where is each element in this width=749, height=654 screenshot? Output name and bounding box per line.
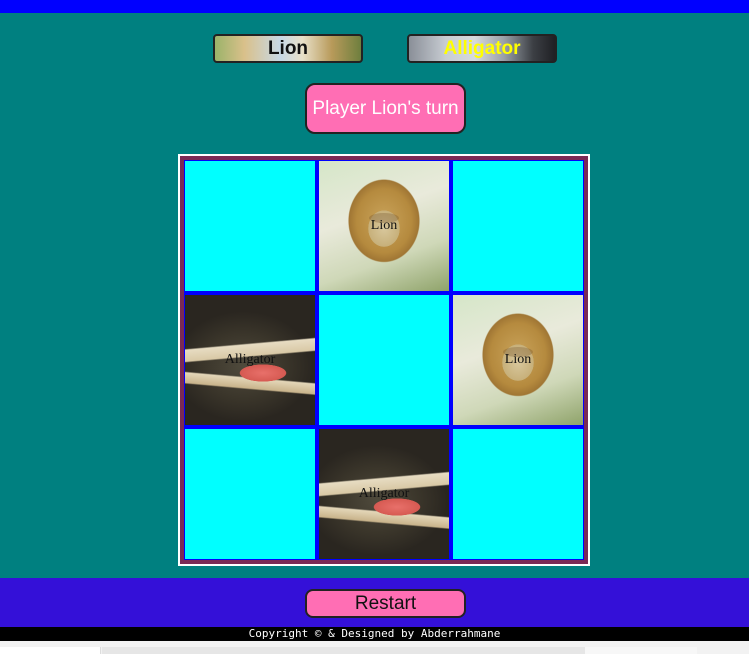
board-cell-3[interactable]: [453, 161, 583, 291]
strip-segment: [102, 647, 585, 654]
turn-text: Player Lion's turn: [312, 97, 459, 119]
cell-mark: Lion: [504, 352, 532, 367]
cell-mark: Lion: [370, 218, 398, 233]
board-cell-6[interactable]: Lion: [453, 295, 583, 425]
cell-picture: [319, 295, 449, 425]
cell-picture: [185, 161, 315, 291]
board-frame: Lion Alligator Lion Alligator: [178, 154, 590, 566]
restart-label: Restart: [354, 592, 417, 614]
player-alligator-label: Alligator: [443, 37, 521, 59]
board-cell-5[interactable]: [319, 295, 449, 425]
player-alligator-tag: Alligator: [407, 34, 557, 63]
game-board: Lion Alligator Lion Alligator: [180, 156, 588, 564]
board-cell-8[interactable]: Alligator: [319, 429, 449, 559]
strip-segment: [0, 647, 101, 654]
cell-mark: Alligator: [358, 486, 410, 501]
cell-picture: [453, 161, 583, 291]
board-cell-1[interactable]: [185, 161, 315, 291]
copyright-text: Copyright © & Designed by Abderrahmane: [248, 627, 501, 640]
cell-mark: Alligator: [224, 352, 276, 367]
board-grid: Lion Alligator Lion Alligator: [184, 160, 584, 560]
bottom-strip: [0, 641, 749, 654]
board-cell-2[interactable]: Lion: [319, 161, 449, 291]
restart-button[interactable]: Restart: [305, 589, 466, 618]
board-cell-9[interactable]: [453, 429, 583, 559]
board-cell-7[interactable]: [185, 429, 315, 559]
player-lion-label: Lion: [267, 37, 309, 59]
strip-segment: [585, 647, 697, 654]
copyright-bar: Copyright © & Designed by Abderrahmane: [0, 627, 749, 641]
turn-indicator: Player Lion's turn: [305, 83, 466, 134]
top-bar: [0, 0, 749, 13]
cell-picture: [453, 429, 583, 559]
player-lion-tag: Lion: [213, 34, 363, 63]
board-cell-4[interactable]: Alligator: [185, 295, 315, 425]
cell-picture: [185, 429, 315, 559]
